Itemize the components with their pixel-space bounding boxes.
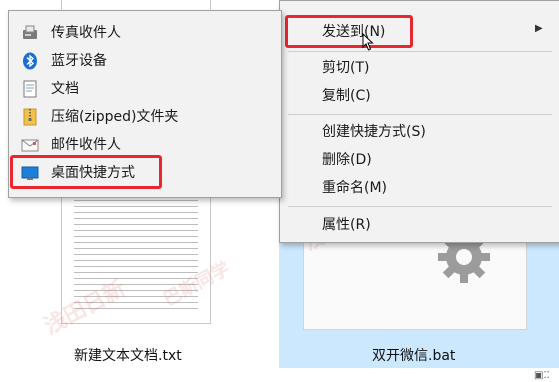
zip-folder-icon [23, 108, 37, 126]
sendto-item-zip[interactable]: 压缩(zipped)文件夹 [9, 103, 281, 131]
bat-file-name: 双开微信.bat [372, 348, 456, 364]
txt-file-name: 新建文本文档.txt [74, 348, 182, 364]
sendto-item-bluetooth[interactable]: 蓝牙设备 [9, 47, 281, 75]
menu-item-copy[interactable]: 复制(C) [322, 83, 371, 109]
mail-icon [21, 139, 39, 152]
menu-separator [288, 206, 552, 207]
menu-separator [288, 114, 552, 115]
sendto-item-fax[interactable]: 传真收件人 [9, 19, 281, 47]
menu-separator [288, 51, 552, 52]
fax-icon [23, 25, 37, 39]
mouse-cursor-icon [362, 33, 374, 51]
submenu-arrow-icon: ▶ [535, 23, 543, 34]
bluetooth-icon [23, 52, 37, 70]
menu-item-create-shortcut[interactable]: 创建快捷方式(S) [322, 119, 426, 145]
document-lines [74, 200, 198, 310]
sendto-item-documents[interactable]: 文档 [9, 75, 281, 103]
send-to-highlight-box [285, 15, 413, 48]
documents-icon [23, 80, 37, 98]
menu-item-delete[interactable]: 删除(D) [322, 147, 372, 173]
desktop-shortcut-highlight-box [10, 155, 162, 189]
menu-item-properties[interactable]: 属性(R) [322, 212, 371, 238]
menu-item-rename[interactable]: 重命名(M) [322, 175, 387, 201]
view-toggle-icon[interactable]: ▣⁚⁚ [534, 370, 550, 381]
menu-item-cut[interactable]: 剪切(T) [322, 55, 369, 81]
